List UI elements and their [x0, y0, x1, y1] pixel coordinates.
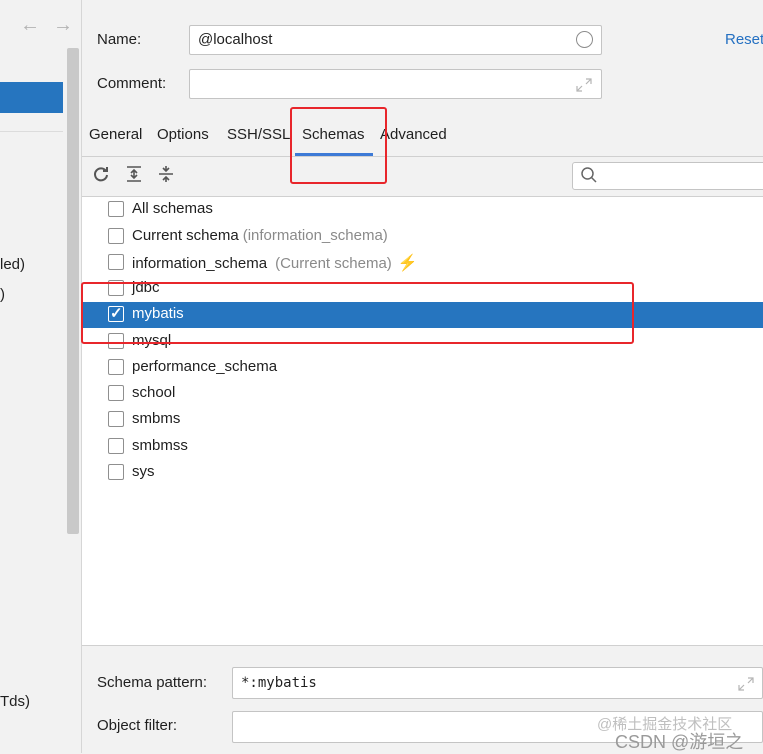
schema-pattern-field[interactable]: *:mybatis: [232, 667, 763, 699]
sidebar-scrollbar[interactable]: [67, 48, 79, 534]
schema-row[interactable]: performance_schema: [82, 355, 763, 381]
schema-row[interactable]: school: [82, 381, 763, 407]
schema-label: smbmss: [132, 437, 188, 454]
schema-name: smbmss: [132, 437, 188, 454]
comment-field[interactable]: [189, 69, 602, 99]
schema-label: smbms: [132, 410, 180, 427]
expand-icon[interactable]: [576, 78, 592, 92]
schema-name: information_schema: [132, 255, 268, 272]
name-label: Name:: [97, 31, 142, 48]
tab-ssh-ssl[interactable]: SSH/SSL: [227, 126, 290, 143]
schema-row[interactable]: smbms: [82, 407, 763, 433]
schema-hint: (Current schema): [275, 255, 392, 272]
tab-advanced[interactable]: Advanced: [380, 126, 447, 143]
schema-checkbox[interactable]: [108, 464, 124, 480]
schema-name: smbms: [132, 410, 181, 427]
name-value: @localhost: [198, 31, 273, 48]
lightning-icon: ⚡: [397, 255, 418, 272]
schema-row[interactable]: Current schema (information_schema): [82, 224, 763, 250]
schema-checkbox[interactable]: [108, 201, 124, 217]
sidebar-selected-item[interactable]: [0, 82, 63, 113]
schema-name: sys: [132, 463, 155, 480]
schema-name: school: [132, 384, 176, 401]
object-filter-label: Object filter:: [97, 717, 178, 734]
schema-row[interactable]: information_schema (Current schema) ⚡: [82, 250, 763, 276]
watermark: CSDN @游垣之: [615, 732, 744, 752]
schema-checkbox[interactable]: [108, 228, 124, 244]
name-field[interactable]: @localhost: [189, 25, 602, 55]
schema-row[interactable]: sys: [82, 460, 763, 486]
sidebar-item-fragment[interactable]: ): [0, 286, 5, 303]
schema-checkbox[interactable]: [108, 385, 124, 401]
highlight-box-schemas-tab: [290, 107, 387, 184]
search-icon: [581, 167, 597, 183]
schema-checkbox[interactable]: [108, 359, 124, 375]
expand-icon[interactable]: [738, 677, 754, 691]
schema-name: performance_schema: [132, 358, 278, 375]
schema-label: All schemas: [132, 200, 213, 217]
schema-checkbox[interactable]: [108, 438, 124, 454]
status-circle-icon: [576, 31, 593, 48]
schema-pattern-label: Schema pattern:: [97, 674, 208, 691]
back-arrow-icon[interactable]: ←: [20, 14, 40, 37]
schema-name: Current schema: [132, 227, 239, 244]
schema-label: Current schema (information_schema): [132, 227, 388, 244]
schema-name: All schemas: [132, 200, 213, 217]
tab-options[interactable]: Options: [157, 126, 209, 143]
schema-row[interactable]: All schemas: [82, 197, 763, 223]
schema-checkbox[interactable]: [108, 254, 124, 270]
collapse-all-icon[interactable]: [156, 165, 176, 185]
reset-link[interactable]: Reset: [725, 31, 763, 48]
sidebar-item-fragment[interactable]: led): [0, 256, 25, 273]
schema-label: sys: [132, 463, 155, 480]
schema-search-input[interactable]: [572, 162, 763, 190]
schema-pattern-value: *:mybatis: [241, 675, 317, 691]
forward-arrow-icon[interactable]: →: [53, 14, 73, 37]
schema-checkbox[interactable]: [108, 411, 124, 427]
schema-hint: (information_schema): [242, 227, 388, 244]
tabs-divider: [82, 156, 763, 157]
bottom-divider: [82, 645, 763, 646]
schema-label: performance_schema: [132, 358, 277, 375]
highlight-box-mybatis: [81, 282, 634, 344]
sidebar-divider: [0, 131, 63, 132]
schema-label: school: [132, 384, 175, 401]
refresh-icon[interactable]: [91, 165, 111, 185]
comment-label: Comment:: [97, 75, 167, 92]
schema-row[interactable]: smbmss: [82, 434, 763, 460]
sidebar-item-fragment[interactable]: Tds): [0, 693, 30, 710]
schema-label: information_schema (Current schema) ⚡: [132, 253, 418, 273]
expand-all-icon[interactable]: [124, 165, 144, 185]
tab-general[interactable]: General: [89, 126, 142, 143]
